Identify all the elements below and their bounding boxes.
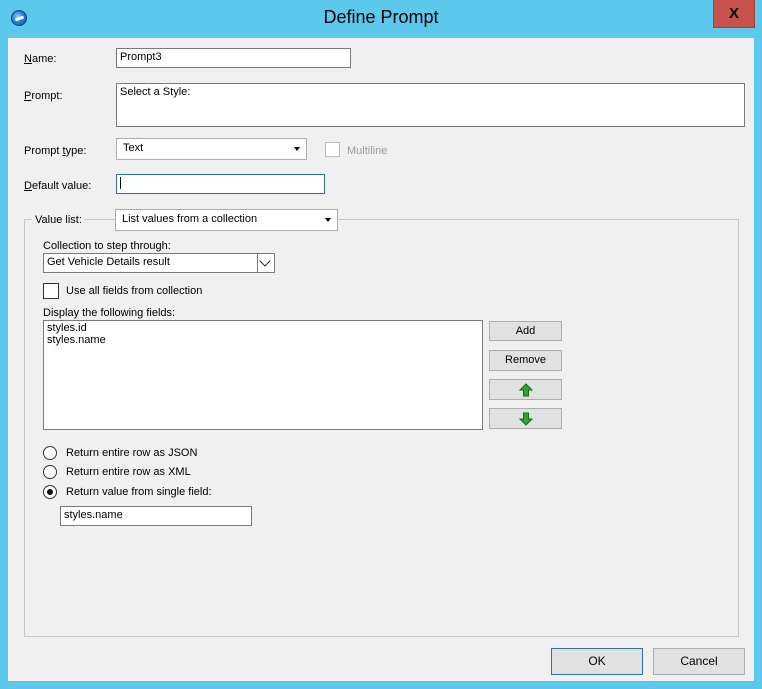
single-field-input[interactable]: styles.name	[60, 506, 252, 526]
chevron-down-icon	[294, 147, 300, 151]
dialog-body: Name: Prompt3 Prompt: Select a Style: Pr…	[8, 38, 754, 681]
default-value-input[interactable]	[116, 174, 325, 194]
multiline-checkbox[interactable]	[325, 142, 340, 157]
value-list-mode-dropdown[interactable]: List values from a collection	[115, 209, 338, 231]
return-xml-label: Return entire row as XML	[66, 466, 191, 478]
return-single-field-label: Return value from single field:	[66, 486, 212, 498]
fields-listbox[interactable]: styles.id styles.name	[43, 320, 483, 430]
move-up-button[interactable]	[489, 379, 562, 400]
default-value-label: Default value:	[24, 180, 92, 192]
name-label: Name:	[24, 53, 57, 65]
prompt-label: Prompt:	[24, 90, 63, 102]
collection-value: Get Vehicle Details result	[47, 256, 170, 268]
chevron-down-icon	[257, 254, 274, 272]
remove-button[interactable]: Remove	[489, 350, 562, 371]
add-button[interactable]: Add	[489, 321, 562, 341]
text-cursor	[120, 177, 121, 190]
name-input[interactable]: Prompt3	[116, 48, 351, 68]
display-fields-label: Display the following fields:	[43, 307, 176, 319]
move-down-button[interactable]	[489, 408, 562, 429]
list-item[interactable]: styles.name	[47, 334, 479, 346]
ok-button[interactable]: OK	[551, 648, 643, 675]
prompt-type-value: Text	[123, 142, 144, 154]
use-all-fields-label: Use all fields from collection	[66, 285, 203, 297]
prompt-type-label: Prompt type:	[24, 145, 87, 157]
collection-label: Collection to step through:	[43, 240, 171, 252]
return-json-radio[interactable]	[43, 446, 57, 460]
arrow-up-icon	[519, 383, 533, 397]
use-all-fields-checkbox[interactable]	[43, 283, 59, 299]
arrow-down-icon	[519, 412, 533, 426]
chevron-down-icon	[325, 218, 331, 222]
return-single-field-radio[interactable]	[43, 485, 57, 499]
return-json-label: Return entire row as JSON	[66, 447, 198, 459]
collection-dropdown[interactable]: Get Vehicle Details result	[43, 253, 275, 273]
window-title: Define Prompt	[323, 7, 439, 27]
multiline-label: Multiline	[347, 145, 388, 157]
prompt-type-dropdown[interactable]: Text	[116, 138, 307, 160]
prompt-input[interactable]: Select a Style:	[116, 83, 745, 127]
close-button[interactable]: X	[713, 0, 755, 28]
return-xml-radio[interactable]	[43, 465, 57, 479]
cancel-button[interactable]: Cancel	[653, 648, 745, 675]
value-list-label: Value list:	[32, 214, 85, 226]
value-list-mode-value: List values from a collection	[122, 213, 258, 225]
close-icon: X	[728, 5, 739, 22]
list-item[interactable]: styles.id	[47, 322, 479, 334]
title-bar[interactable]: Define Prompt X	[0, 0, 762, 38]
